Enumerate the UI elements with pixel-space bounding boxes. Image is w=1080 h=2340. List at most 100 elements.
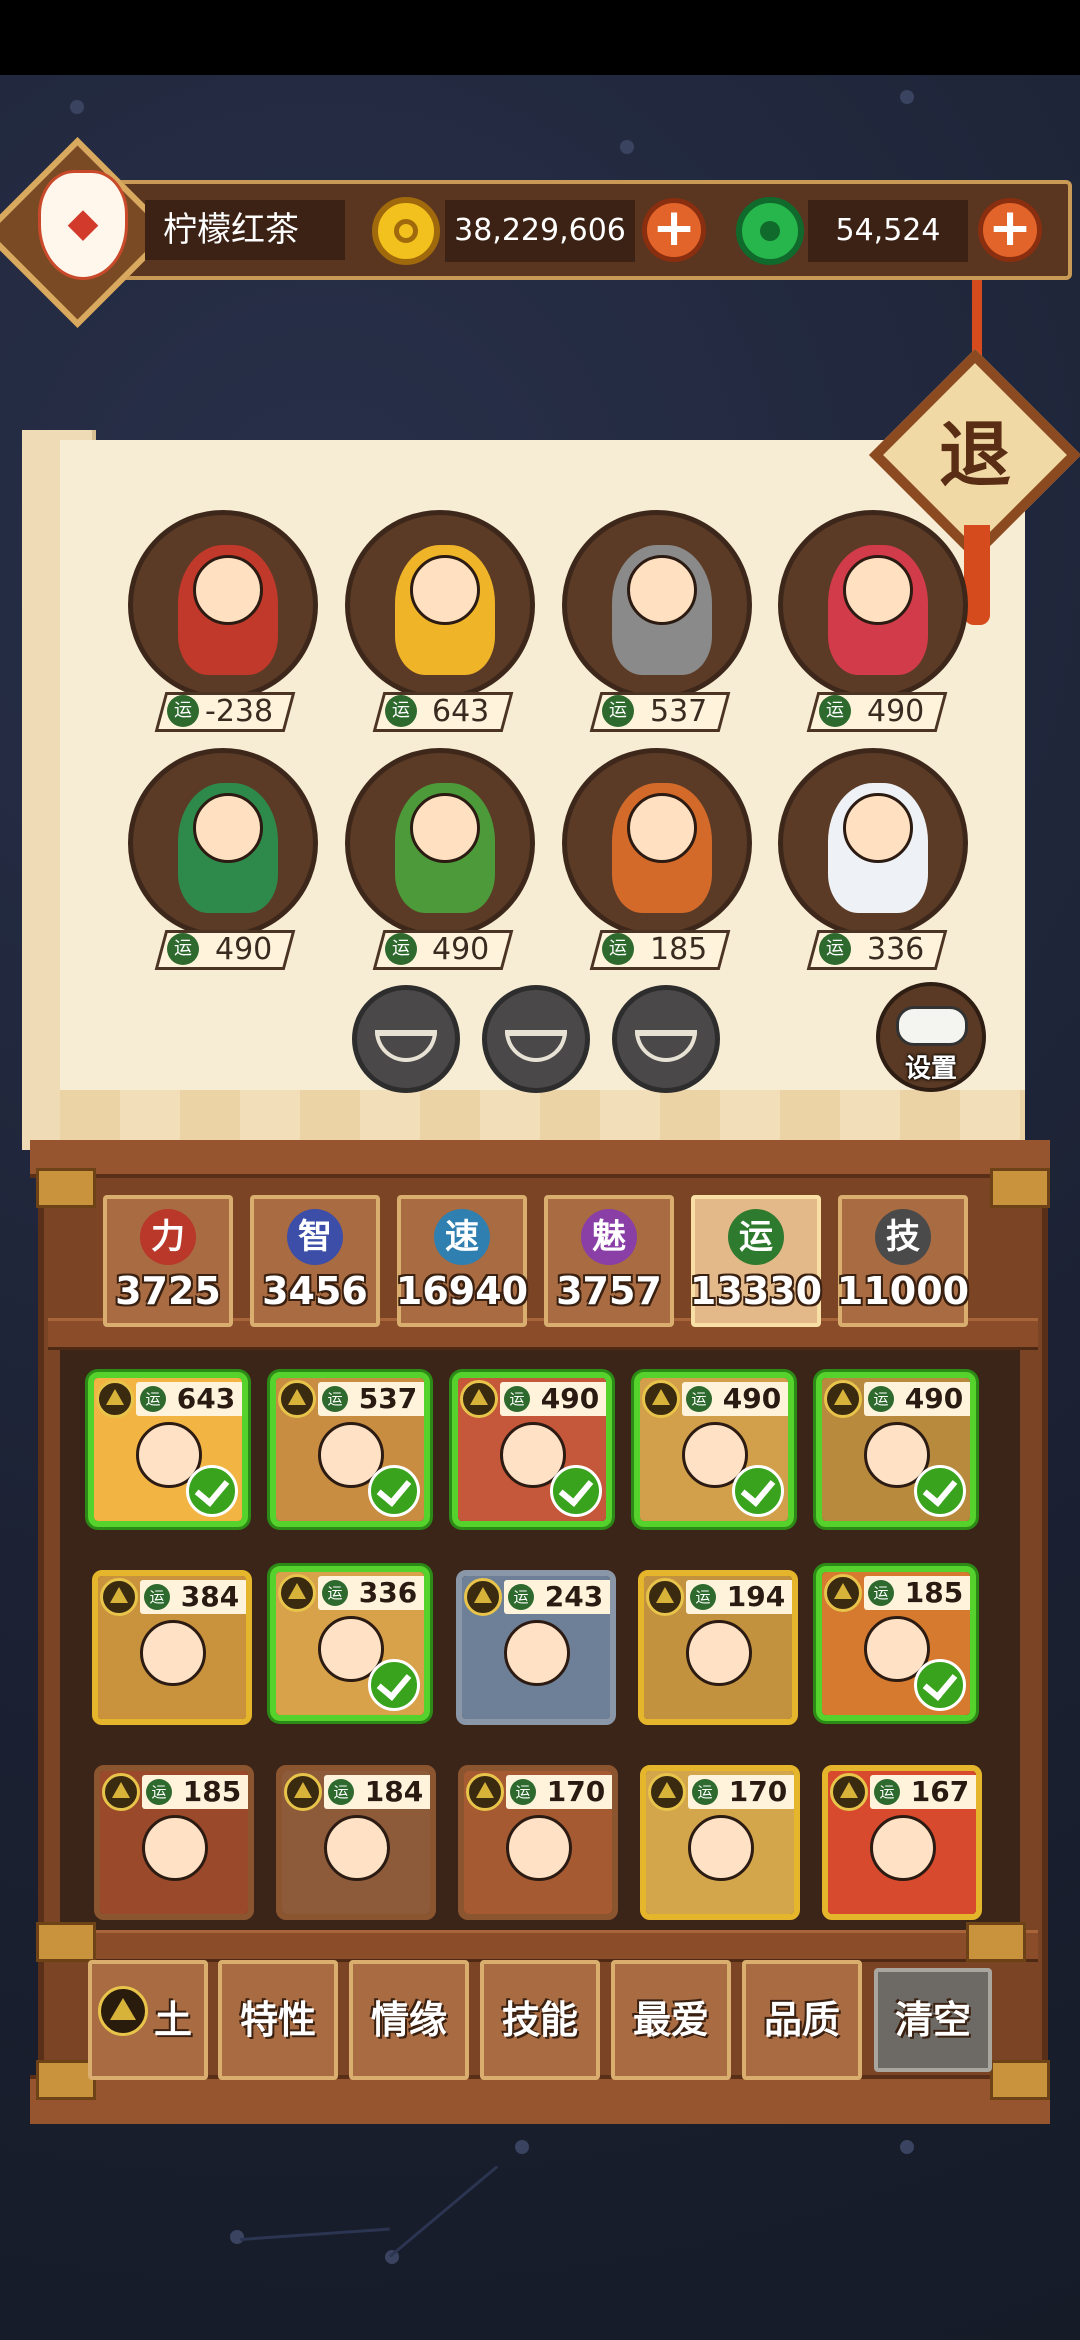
gold-coin-icon — [372, 197, 440, 265]
corner-bracket — [36, 1168, 96, 1208]
hero-luck-value: 336 — [358, 1576, 418, 1609]
filter-skill-button[interactable]: 技能 — [480, 1960, 600, 2080]
luck-value: 185 — [650, 932, 708, 967]
clear-filter-button[interactable]: 清空 — [874, 1968, 992, 2072]
scroll-wave-border — [60, 1090, 1025, 1145]
luck-icon: 运 — [819, 933, 851, 965]
featured-hero-portrait[interactable] — [128, 510, 318, 700]
luck-icon: 运 — [167, 695, 199, 727]
hero-card[interactable]: 运 243 — [456, 1570, 616, 1725]
stat-value: 3725 — [115, 1269, 221, 1313]
empty-slot-bowl-icon[interactable] — [352, 985, 460, 1093]
hero-card[interactable]: 运 170 — [640, 1765, 800, 1920]
hero-luck-value: 194 — [726, 1580, 786, 1613]
hero-card[interactable]: 运 490 — [816, 1372, 976, 1527]
selected-check-icon — [914, 1659, 966, 1711]
hero-card[interactable]: 运 167 — [822, 1765, 982, 1920]
hero-card[interactable]: 运 185 — [94, 1765, 254, 1920]
hero-card[interactable]: 运 537 — [270, 1372, 430, 1527]
hero-luck-value: 185 — [182, 1775, 242, 1808]
hero-luck-value: 490 — [722, 1382, 782, 1415]
filter-favorite-button[interactable]: 最爱 — [611, 1960, 731, 2080]
luck-value: -238 — [205, 694, 274, 729]
add-gold-button[interactable]: + — [642, 198, 706, 262]
hero-card[interactable]: 运 490 — [452, 1372, 612, 1527]
settings-button[interactable]: 设置 — [876, 982, 986, 1092]
featured-hero-portrait[interactable] — [778, 510, 968, 700]
selected-check-icon — [550, 1465, 602, 1517]
stat-value: 3456 — [262, 1269, 368, 1313]
featured-hero-portrait[interactable] — [128, 748, 318, 938]
luck-value: 490 — [432, 932, 490, 967]
hero-luck-value: 243 — [544, 1580, 604, 1613]
stat-tab-charm[interactable]: 魅 3757 — [544, 1195, 674, 1327]
featured-hero-portrait[interactable] — [778, 748, 968, 938]
stat-value: 11000 — [836, 1269, 970, 1313]
hero-luck-value: 170 — [546, 1775, 606, 1808]
stat-tab-strength[interactable]: 力 3725 — [103, 1195, 233, 1327]
stat-tab-luck[interactable]: 运 13330 — [690, 1195, 822, 1327]
stat-value: 16940 — [395, 1269, 529, 1313]
hero-luck-value: 170 — [728, 1775, 788, 1808]
hero-luck-value: 537 — [358, 1382, 418, 1415]
selected-check-icon — [368, 1465, 420, 1517]
empty-slot-bowl-icon[interactable] — [482, 985, 590, 1093]
selected-check-icon — [732, 1465, 784, 1517]
hero-luck-value: 185 — [904, 1576, 964, 1609]
stat-tab-intellect[interactable]: 智 3456 — [250, 1195, 380, 1327]
earth-element-icon — [98, 1986, 148, 2036]
luck-value: 336 — [867, 932, 925, 967]
stat-value: 13330 — [689, 1269, 823, 1313]
hero-luck-value: 490 — [540, 1382, 600, 1415]
exit-button-label[interactable]: 退 — [900, 380, 1050, 530]
hero-card[interactable]: 运 490 — [634, 1372, 794, 1527]
luck-icon: 运 — [602, 695, 634, 727]
featured-hero-portrait[interactable] — [345, 748, 535, 938]
tassel — [964, 525, 990, 625]
featured-hero-portrait[interactable] — [562, 510, 752, 700]
hero-luck-value: 643 — [176, 1382, 236, 1415]
filter-quality-button[interactable]: 品质 — [742, 1960, 862, 2080]
hero-card[interactable]: 运 185 — [816, 1566, 976, 1721]
filter-trait-button[interactable]: 特性 — [218, 1960, 338, 2080]
hero-card[interactable]: 运 194 — [638, 1570, 798, 1725]
hero-card[interactable]: 运 384 — [92, 1570, 252, 1725]
filter-bond-button[interactable]: 情缘 — [349, 1960, 469, 2080]
status-bar — [0, 0, 1080, 75]
luck-value: 537 — [650, 694, 708, 729]
corner-bracket — [36, 2060, 96, 2100]
stat-value: 3757 — [556, 1269, 662, 1313]
fox-mask-avatar-icon[interactable]: ◆ — [38, 170, 128, 280]
filter-element-button[interactable]: 土 — [88, 1960, 208, 2080]
selected-check-icon — [368, 1659, 420, 1711]
skill-icon: 技 — [875, 1209, 931, 1265]
hero-luck-value: 384 — [180, 1580, 240, 1613]
gamepad-icon — [896, 1006, 968, 1046]
add-jade-button[interactable]: + — [978, 198, 1042, 262]
hero-card[interactable]: 运 643 — [88, 1372, 248, 1527]
hero-card[interactable]: 运 170 — [458, 1765, 618, 1920]
gold-amount: 38,229,606 — [445, 200, 635, 262]
intellect-icon: 智 — [287, 1209, 343, 1265]
corner-bracket — [966, 1922, 1026, 1962]
luck-value: 490 — [215, 932, 273, 967]
hero-card[interactable]: 运 336 — [270, 1566, 430, 1721]
cabinet-top-rail — [30, 1140, 1050, 1178]
luck-icon: 运 — [385, 933, 417, 965]
hero-card[interactable]: 运 184 — [276, 1765, 436, 1920]
luck-icon: 运 — [385, 695, 417, 727]
empty-slot-bowl-icon[interactable] — [612, 985, 720, 1093]
jade-coin-icon — [736, 197, 804, 265]
stat-tab-speed[interactable]: 速 16940 — [396, 1195, 528, 1327]
shelf — [48, 1930, 1038, 1962]
player-name: 柠檬红茶 — [145, 200, 345, 260]
jade-amount: 54,524 — [808, 200, 968, 262]
luck-value: 490 — [867, 694, 925, 729]
featured-hero-portrait[interactable] — [562, 748, 752, 938]
stat-tab-skill[interactable]: 技 11000 — [837, 1195, 969, 1327]
featured-hero-portrait[interactable] — [345, 510, 535, 700]
corner-bracket — [990, 2060, 1050, 2100]
luck-icon: 运 — [728, 1209, 784, 1265]
speed-icon: 速 — [434, 1209, 490, 1265]
luck-value: 643 — [432, 694, 490, 729]
